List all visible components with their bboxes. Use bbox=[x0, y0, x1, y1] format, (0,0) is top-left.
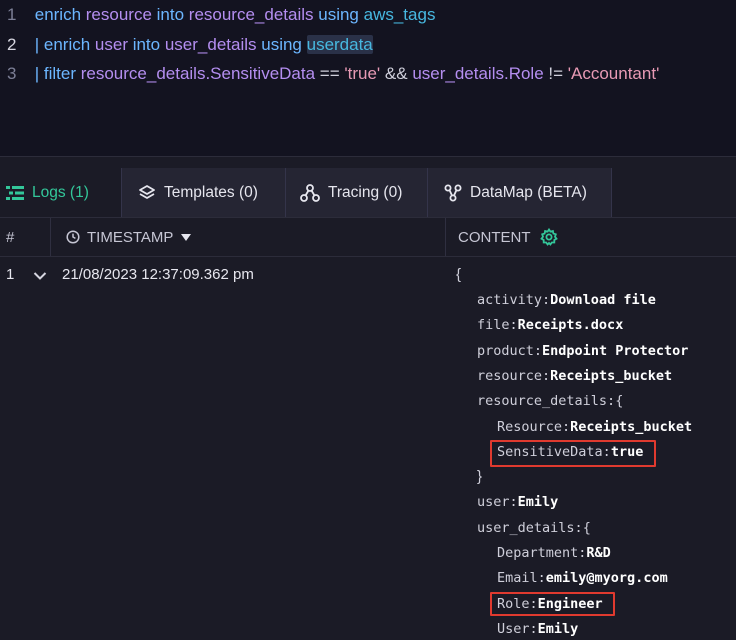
code-token: enrich bbox=[34, 5, 86, 24]
code-token: | bbox=[34, 64, 44, 83]
results-tabbar: Logs (1) Templates (0) Tracing (0) DataM… bbox=[0, 168, 736, 218]
code-token: | bbox=[34, 35, 44, 54]
sort-caret-icon[interactable] bbox=[181, 233, 192, 241]
header-timestamp[interactable]: TIMESTAMP bbox=[66, 218, 192, 256]
code-token: using bbox=[318, 5, 364, 24]
code-token: 'true' bbox=[344, 64, 385, 83]
tab-logs[interactable]: Logs (1) bbox=[0, 168, 121, 217]
json-field: resource:Receipts_bucket bbox=[477, 367, 673, 384]
code-token: using bbox=[261, 35, 307, 54]
code-token: && bbox=[384, 64, 413, 83]
code-token: 'Accountant' bbox=[567, 64, 660, 83]
json-field: Resource:Receipts_bucket bbox=[497, 418, 693, 435]
tab-tracing[interactable]: Tracing (0) bbox=[285, 168, 427, 217]
header-timestamp-label: TIMESTAMP bbox=[87, 228, 174, 246]
json-key: Email bbox=[497, 570, 538, 587]
query-editor[interactable]: 1 enrich resource into resource_details … bbox=[0, 0, 736, 157]
json-field: file:Receipts.docx bbox=[477, 317, 624, 334]
tab-tracing-label: Tracing (0) bbox=[328, 183, 403, 201]
row-index: 1 bbox=[6, 266, 15, 283]
chevron-down-icon[interactable] bbox=[33, 268, 47, 286]
json-key: activity bbox=[477, 292, 543, 308]
table-header: # TIMESTAMP CONTENT bbox=[0, 218, 736, 257]
code-token: user_details bbox=[164, 35, 262, 54]
json-value: { bbox=[582, 519, 591, 536]
code-token: into bbox=[156, 5, 189, 24]
row-timestamp: 21/08/2023 12:37:09.362 pm bbox=[62, 266, 254, 283]
code-token: userdata bbox=[306, 35, 373, 54]
json-key: user bbox=[477, 494, 510, 511]
json-close-brace: } bbox=[477, 468, 483, 486]
json-key: resource bbox=[477, 367, 543, 384]
tab-logs-label: Logs (1) bbox=[32, 183, 89, 201]
json-field: user:Emily bbox=[477, 494, 559, 511]
code-token: == bbox=[319, 64, 345, 83]
header-content: CONTENT bbox=[458, 218, 558, 256]
json-field: activity:Download file bbox=[477, 292, 656, 308]
code-line-2[interactable]: 2 | enrich user into user_details using … bbox=[0, 32, 373, 58]
json-value: Download file bbox=[550, 292, 656, 308]
code-token: != bbox=[548, 64, 568, 83]
line-number: 3 bbox=[7, 64, 17, 83]
code-token: enrich bbox=[43, 35, 95, 54]
json-value: Receipts.docx bbox=[517, 317, 624, 334]
json-key: user_details bbox=[477, 519, 575, 536]
highlight-role bbox=[490, 592, 615, 616]
tab-datamap[interactable]: DataMap (BETA) bbox=[427, 168, 612, 217]
json-value: Endpoint Protector bbox=[542, 342, 689, 359]
layers-icon bbox=[138, 184, 156, 202]
code-token: resource_details bbox=[188, 5, 319, 24]
json-key: User bbox=[497, 620, 530, 637]
gear-icon[interactable] bbox=[539, 228, 558, 246]
json-value: { bbox=[615, 393, 624, 410]
json-value: emily@myorg.com bbox=[545, 570, 668, 587]
tab-templates-label: Templates (0) bbox=[164, 183, 258, 201]
json-value: Emily bbox=[517, 494, 559, 511]
header-index: # bbox=[6, 228, 15, 246]
line-number: 2 bbox=[7, 35, 17, 54]
json-value: Emily bbox=[537, 620, 579, 637]
code-token: aws_tags bbox=[363, 5, 436, 24]
code-token: into bbox=[132, 35, 165, 54]
json-value: R&D bbox=[586, 545, 611, 561]
highlight-sensitive-data bbox=[490, 440, 656, 467]
json-key: Department bbox=[497, 545, 579, 561]
code-token: filter bbox=[43, 64, 81, 83]
tracing-nodes-icon bbox=[300, 183, 320, 202]
json-key: product bbox=[477, 342, 534, 359]
json-open-brace: { bbox=[456, 266, 462, 283]
header-content-label: CONTENT bbox=[458, 228, 531, 246]
json-field: resource_details:{ bbox=[477, 393, 624, 410]
json-key: resource_details bbox=[477, 393, 608, 410]
json-key: Resource bbox=[497, 418, 563, 435]
code-token: resource_details.SensitiveData bbox=[80, 64, 320, 83]
json-key: file bbox=[477, 317, 510, 334]
tab-datamap-label: DataMap (BETA) bbox=[470, 183, 587, 201]
clock-icon bbox=[66, 230, 80, 244]
code-token: user_details.Role bbox=[412, 64, 549, 83]
code-line-1[interactable]: 1 enrich resource into resource_details … bbox=[0, 2, 435, 28]
json-field: Department:R&D bbox=[497, 545, 611, 561]
json-field: user_details:{ bbox=[477, 519, 591, 536]
line-number: 1 bbox=[7, 5, 17, 24]
list-icon bbox=[6, 185, 24, 200]
json-field: Email:emily@myorg.com bbox=[497, 570, 668, 587]
json-value: Receipts_bucket bbox=[550, 367, 673, 384]
json-value: Receipts_bucket bbox=[570, 418, 693, 435]
code-token: user bbox=[94, 35, 133, 54]
json-field: product:Endpoint Protector bbox=[477, 342, 689, 359]
tab-templates[interactable]: Templates (0) bbox=[121, 168, 285, 217]
code-token: resource bbox=[85, 5, 157, 24]
code-line-3[interactable]: 3 | filter resource_details.SensitiveDat… bbox=[0, 61, 659, 87]
datamap-icon bbox=[444, 184, 462, 202]
